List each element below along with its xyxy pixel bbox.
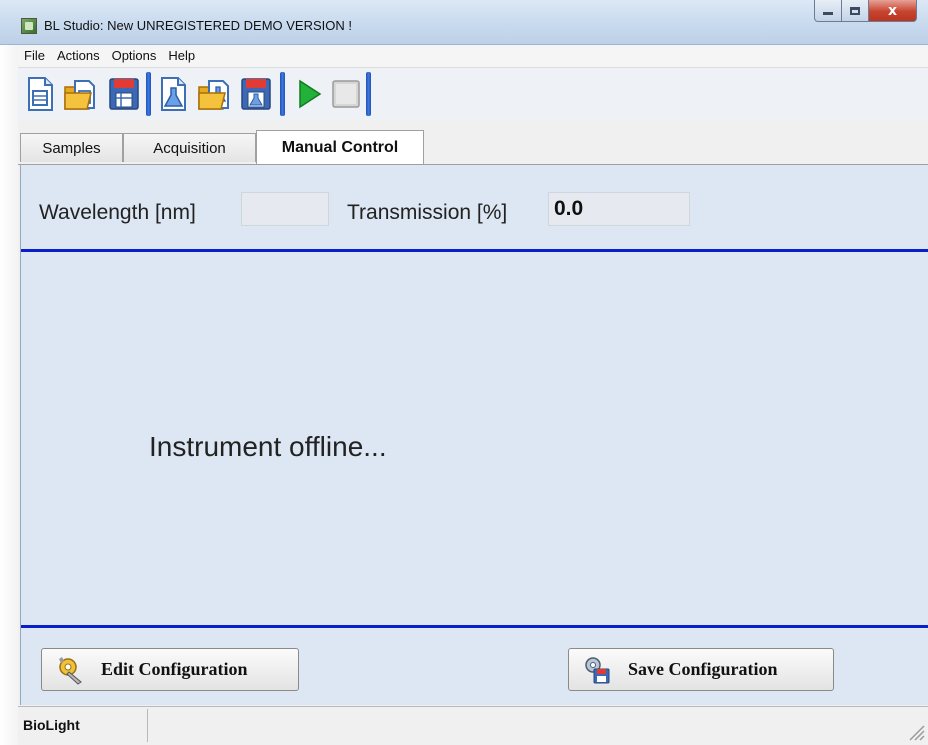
bottom-divider <box>21 625 928 628</box>
menu-help[interactable]: Help <box>162 45 201 67</box>
menu-file[interactable]: File <box>18 45 51 67</box>
menu-options[interactable]: Options <box>106 45 163 67</box>
status-message: Instrument offline... <box>149 431 387 462</box>
status-bar: BioLight <box>18 706 928 745</box>
menu-bar: File Actions Options Help <box>18 45 928 68</box>
minimize-button[interactable] <box>814 0 842 22</box>
new-flask-icon <box>161 77 186 111</box>
open-file-button[interactable] <box>62 74 98 114</box>
wavelength-label: Wavelength [nm] <box>39 201 196 224</box>
close-icon: x <box>887 2 898 19</box>
play-button[interactable] <box>290 74 326 114</box>
toolbar-separator <box>366 72 371 116</box>
save-flask-icon <box>241 78 271 110</box>
open-file-icon <box>64 80 95 110</box>
stop-button[interactable] <box>328 74 364 114</box>
edit-configuration-button[interactable]: Edit Configuration <box>41 648 299 691</box>
transmission-field: 0.0 <box>548 192 690 226</box>
menu-actions[interactable]: Actions <box>51 45 106 67</box>
app-icon <box>21 18 37 34</box>
save-gear-icon <box>585 656 610 683</box>
tab-manual-control[interactable]: Manual Control <box>256 130 424 164</box>
toolbar-separator <box>280 72 285 116</box>
window-title: BL Studio: New UNREGISTERED DEMO VERSION… <box>44 18 352 33</box>
transmission-label: Transmission [%] <box>347 201 508 224</box>
edit-configuration-label: Edit Configuration <box>101 659 248 679</box>
tab-label: Acquisition <box>153 139 226 157</box>
toolbar <box>18 68 928 120</box>
tab-label: Samples <box>42 139 101 157</box>
open-flask-icon <box>198 80 229 110</box>
status-app-name: BioLight <box>18 709 148 742</box>
top-divider <box>21 249 928 252</box>
save-file-icon <box>109 78 139 110</box>
save-flask-button[interactable] <box>238 74 274 114</box>
wrench-gear-icon <box>59 656 82 685</box>
save-configuration-label: Save Configuration <box>628 659 778 679</box>
tab-acquisition[interactable]: Acquisition <box>123 133 256 162</box>
new-file-button[interactable] <box>22 74 58 114</box>
play-icon <box>299 79 322 109</box>
new-flask-button[interactable] <box>155 74 191 114</box>
maximize-icon <box>850 6 860 15</box>
tab-label: Manual Control <box>281 138 399 156</box>
window-left-edge <box>0 45 18 745</box>
resize-grip-icon[interactable] <box>904 720 926 742</box>
minimize-icon <box>823 12 833 15</box>
wavelength-field[interactable] <box>241 192 329 226</box>
save-file-button[interactable] <box>106 74 142 114</box>
save-configuration-button[interactable]: Save Configuration <box>568 648 834 691</box>
open-flask-button[interactable] <box>196 74 232 114</box>
tab-strip: Samples Acquisition Manual Control <box>18 130 928 164</box>
tab-samples[interactable]: Samples <box>20 133 123 162</box>
title-bar[interactable]: BL Studio: New UNREGISTERED DEMO VERSION… <box>0 0 928 45</box>
stop-icon <box>332 80 360 108</box>
app-window: BL Studio: New UNREGISTERED DEMO VERSION… <box>0 0 928 745</box>
manual-control-panel: Wavelength [nm] Transmission [%] 0.0 Ins… <box>20 165 928 705</box>
toolbar-separator <box>146 72 151 116</box>
new-file-icon <box>28 77 53 111</box>
maximize-button[interactable] <box>842 0 869 22</box>
close-button[interactable]: x <box>869 0 917 22</box>
